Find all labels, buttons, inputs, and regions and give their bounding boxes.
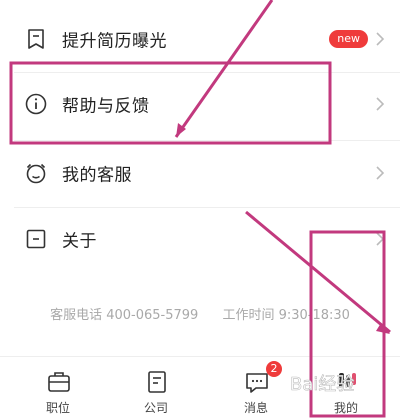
chevron-right-icon bbox=[376, 166, 385, 180]
chevron-right-icon bbox=[376, 32, 385, 46]
new-badge: new bbox=[329, 30, 368, 48]
square-minus-icon bbox=[26, 229, 46, 249]
menu-item-label: 关于 bbox=[62, 231, 97, 252]
tab-companies[interactable]: 公司 bbox=[116, 357, 196, 420]
tab-label: 职位 bbox=[45, 401, 70, 415]
info-icon bbox=[25, 93, 47, 115]
briefcase-icon bbox=[48, 372, 70, 392]
alarm-clock-icon bbox=[26, 163, 46, 184]
menu-item-about[interactable]: 关于 bbox=[0, 206, 400, 272]
customer-service-info: 客服电话 400-065-5799 工作时间 9:30-18:30 bbox=[0, 304, 400, 323]
service-phone: 客服电话 400-065-5799 bbox=[50, 308, 199, 323]
menu-item-label: 提升简历曝光 bbox=[62, 31, 167, 52]
bottom-tab-bar: 职位 公司 2 消息 我的 bbox=[0, 356, 400, 420]
menu-item-label: 我的客服 bbox=[62, 165, 132, 186]
menu-item-help-feedback[interactable]: 帮助与反馈 bbox=[0, 71, 400, 137]
service-hours: 工作时间 9:30-18:30 bbox=[222, 308, 350, 323]
tab-messages[interactable]: 2 消息 bbox=[216, 357, 296, 420]
tab-jobs[interactable]: 职位 bbox=[18, 357, 98, 420]
building-icon bbox=[148, 371, 166, 393]
menu-item-boost-resume[interactable]: 提升简历曝光 new bbox=[0, 6, 400, 72]
profile-icon bbox=[339, 373, 356, 387]
chevron-right-icon bbox=[376, 97, 385, 111]
tab-label: 消息 bbox=[243, 401, 268, 415]
arrowhead bbox=[376, 323, 390, 334]
tab-profile[interactable]: 我的 bbox=[306, 357, 386, 420]
menu-item-customer-service[interactable]: 我的客服 bbox=[0, 140, 400, 206]
menu-item-label: 帮助与反馈 bbox=[62, 96, 150, 117]
unread-count-badge: 2 bbox=[266, 361, 282, 377]
chevron-right-icon bbox=[376, 232, 385, 246]
tab-label: 公司 bbox=[143, 401, 168, 415]
bookmark-icon bbox=[28, 29, 44, 49]
tab-label: 我的 bbox=[333, 401, 358, 415]
